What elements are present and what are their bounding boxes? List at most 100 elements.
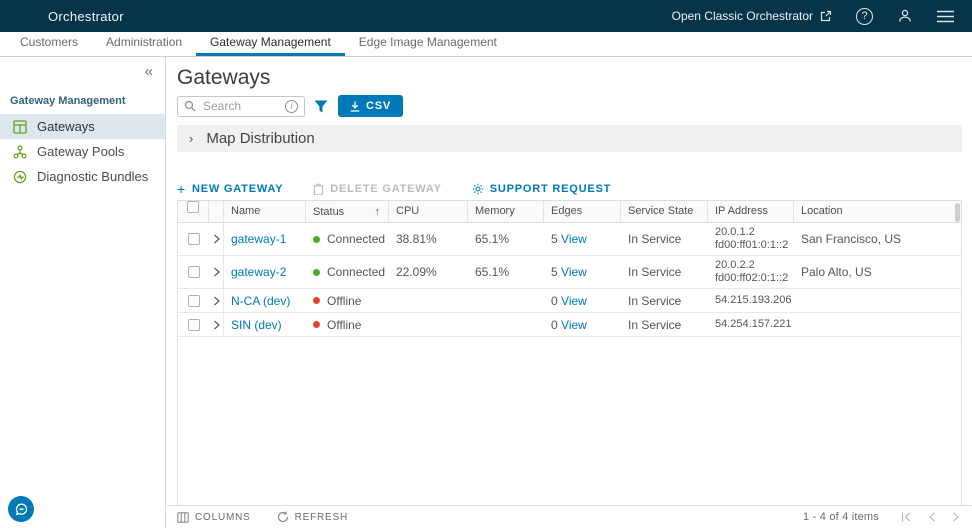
tab-customers[interactable]: Customers <box>20 35 92 56</box>
tab-gateway-management[interactable]: Gateway Management <box>196 35 345 56</box>
edges-count: 5 <box>551 232 558 246</box>
gateway-pools-icon <box>13 144 28 159</box>
new-gateway-button[interactable]: + NEW GATEWAY <box>177 181 283 197</box>
ip-address-v4: 54.254.157.221 <box>715 318 794 331</box>
row-expand-chevron[interactable] <box>209 256 224 288</box>
plus-icon: + <box>177 181 186 197</box>
hamburger-menu-icon[interactable] <box>937 10 954 23</box>
status-dot <box>313 297 320 304</box>
edges-view-link[interactable]: View <box>561 232 587 246</box>
app-title: Orchestrator <box>48 9 124 24</box>
select-all-checkbox[interactable] <box>187 201 199 213</box>
toolbar: i CSV <box>177 95 403 117</box>
delete-gateway-button[interactable]: DELETE GATEWAY <box>313 183 441 195</box>
trash-icon <box>313 183 324 195</box>
row-expand-chevron[interactable] <box>209 313 224 336</box>
status-dot <box>313 321 320 328</box>
column-header-ip-address[interactable]: IP Address <box>708 201 794 223</box>
table-row: N-CA (dev) Offline 0 View In Service 54.… <box>178 289 961 313</box>
user-icon[interactable] <box>897 8 913 24</box>
main-nav-tabs: Customers Administration Gateway Managem… <box>0 32 972 57</box>
gateways-table: Name Status ↑ CPU Memory Edges Service S… <box>177 200 962 505</box>
edges-view-link[interactable]: View <box>561 294 587 308</box>
sidebar-item-label: Diagnostic Bundles <box>37 169 148 184</box>
status-text: Connected <box>327 265 385 279</box>
main-content: Gateways i <box>167 57 972 528</box>
sidebar-collapse-icon[interactable]: « <box>145 63 153 80</box>
filter-icon[interactable] <box>314 100 328 113</box>
service-state: In Service <box>621 294 708 308</box>
cpu-value: 22.09% <box>389 265 468 279</box>
refresh-button[interactable]: REFRESH <box>277 511 348 523</box>
table-row: gateway-1 Connected 38.81% 65.1% 5 View … <box>178 223 961 256</box>
memory-value: 65.1% <box>468 232 544 246</box>
row-expand-chevron[interactable] <box>209 289 224 312</box>
gear-icon <box>472 183 484 195</box>
chat-bubble-icon <box>14 502 29 517</box>
ip-address-v4: 54.215.193.206 <box>715 294 794 307</box>
gateway-name-link[interactable]: SIN (dev) <box>231 318 282 332</box>
row-expand-chevron[interactable] <box>209 223 224 255</box>
open-classic-orchestrator-link[interactable]: Open Classic Orchestrator <box>672 9 832 23</box>
location: San Francisco, US <box>794 232 961 246</box>
help-icon[interactable]: ? <box>856 8 873 25</box>
column-header-cpu[interactable]: CPU <box>389 201 468 223</box>
column-header-status[interactable]: Status ↑ <box>306 201 389 223</box>
external-link-icon <box>820 10 832 22</box>
support-chat-button[interactable] <box>8 496 34 522</box>
gateway-name-link[interactable]: gateway-2 <box>231 265 286 279</box>
column-header-memory[interactable]: Memory <box>468 201 544 223</box>
expand-column-header <box>209 201 224 223</box>
cpu-value: 38.81% <box>389 232 468 246</box>
column-header-location[interactable]: Location <box>794 201 961 223</box>
csv-export-button[interactable]: CSV <box>338 95 403 117</box>
row-checkbox[interactable] <box>188 295 200 307</box>
sidebar-section-title: Gateway Management <box>10 95 165 107</box>
column-header-name[interactable]: Name <box>224 201 306 223</box>
sidebar: « Gateway Management Gateways Gateway Po… <box>0 57 166 528</box>
columns-button[interactable]: COLUMNS <box>177 512 251 523</box>
service-state: In Service <box>621 265 708 279</box>
edges-count: 5 <box>551 265 558 279</box>
first-page-icon[interactable] <box>901 512 912 522</box>
support-request-button[interactable]: SUPPORT REQUEST <box>472 183 611 195</box>
chevron-right-icon: › <box>189 131 193 146</box>
sidebar-item-diagnostic-bundles[interactable]: Diagnostic Bundles <box>0 164 165 189</box>
next-page-icon[interactable] <box>952 512 960 522</box>
ip-address-v4: 20.0.1.2 <box>715 226 794 239</box>
search-input[interactable] <box>201 98 280 114</box>
table-scrollbar-thumb[interactable] <box>955 203 960 222</box>
status-text: Connected <box>327 232 385 246</box>
service-state: In Service <box>621 232 708 246</box>
edges-view-link[interactable]: View <box>561 265 587 279</box>
edges-count: 0 <box>551 318 558 332</box>
column-header-service-state[interactable]: Service State <box>621 201 708 223</box>
search-info-icon[interactable]: i <box>285 100 298 113</box>
page-title: Gateways <box>177 66 270 90</box>
map-distribution-accordion[interactable]: › Map Distribution <box>177 125 962 152</box>
previous-page-icon[interactable] <box>928 512 936 522</box>
row-checkbox[interactable] <box>188 319 200 331</box>
gateway-name-link[interactable]: N-CA (dev) <box>231 294 290 308</box>
sidebar-item-gateways[interactable]: Gateways <box>0 114 165 139</box>
column-header-edges[interactable]: Edges <box>544 201 621 223</box>
sidebar-item-gateway-pools[interactable]: Gateway Pools <box>0 139 165 164</box>
row-checkbox[interactable] <box>188 233 200 245</box>
diagnostic-bundles-icon <box>13 169 28 184</box>
table-header-row: Name Status ↑ CPU Memory Edges Service S… <box>178 201 961 223</box>
location: Palo Alto, US <box>794 265 961 279</box>
status-dot <box>313 236 320 243</box>
gateways-grid-icon <box>13 119 28 134</box>
edges-count: 0 <box>551 294 558 308</box>
table-row: gateway-2 Connected 22.09% 65.1% 5 View … <box>178 256 961 289</box>
ip-address-v6: fd00:ff02:0:1::2 <box>715 272 794 285</box>
search-box: i <box>177 96 305 117</box>
pagination: 1 - 4 of 4 items <box>803 511 960 523</box>
row-checkbox[interactable] <box>188 266 200 278</box>
status-dot <box>313 269 320 276</box>
edges-view-link[interactable]: View <box>561 318 587 332</box>
gateway-name-link[interactable]: gateway-1 <box>231 232 286 246</box>
download-icon <box>350 101 360 112</box>
tab-edge-image-management[interactable]: Edge Image Management <box>345 35 511 56</box>
tab-administration[interactable]: Administration <box>92 35 196 56</box>
